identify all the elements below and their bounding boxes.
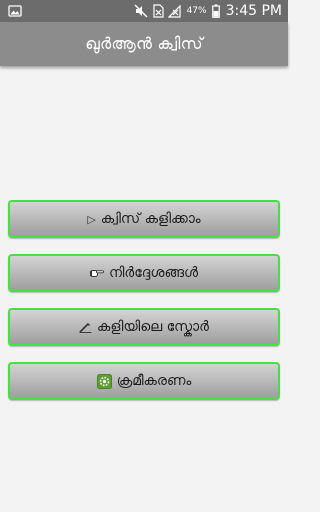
app-title: ഖുർആൻ ക്വിസ് [85, 34, 203, 53]
play-icon: ▷ [87, 212, 96, 226]
pointing-hand-icon [89, 268, 104, 278]
battery-percent: 47% [186, 6, 207, 16]
play-quiz-label: ക്വിസ് കളിക്കാം [100, 211, 201, 227]
signal-icon [167, 4, 181, 18]
mute-icon [134, 4, 148, 18]
instructions-button[interactable]: നിർദ്ദേശങ്ങൾ [8, 254, 280, 292]
settings-button[interactable]: ക്രമീകരണം [8, 362, 280, 400]
app-bar: ഖുർആൻ ക്വിസ് [0, 22, 288, 66]
clock: 3:45 PM [225, 3, 282, 19]
settings-icon [96, 373, 112, 389]
image-notification-icon [8, 4, 22, 18]
status-bar: 47% 3:45 PM [0, 0, 288, 22]
battery-icon [211, 4, 220, 18]
no-sim-icon [152, 4, 164, 18]
status-icons: 47% 3:45 PM [134, 0, 282, 22]
score-label: കളിയിലെ സ്കോർ [97, 319, 209, 335]
instructions-label: നിർദ്ദേശങ്ങൾ [108, 265, 199, 281]
pencil-icon [79, 322, 92, 333]
settings-label: ക്രമീകരണം [116, 373, 192, 389]
main-menu: ▷ ക്വിസ് കളിക്കാം നിർദ്ദേശങ്ങൾ കളിയിലെ സ… [8, 200, 280, 416]
score-button[interactable]: കളിയിലെ സ്കോർ [8, 308, 280, 346]
play-quiz-button[interactable]: ▷ ക്വിസ് കളിക്കാം [8, 200, 280, 238]
